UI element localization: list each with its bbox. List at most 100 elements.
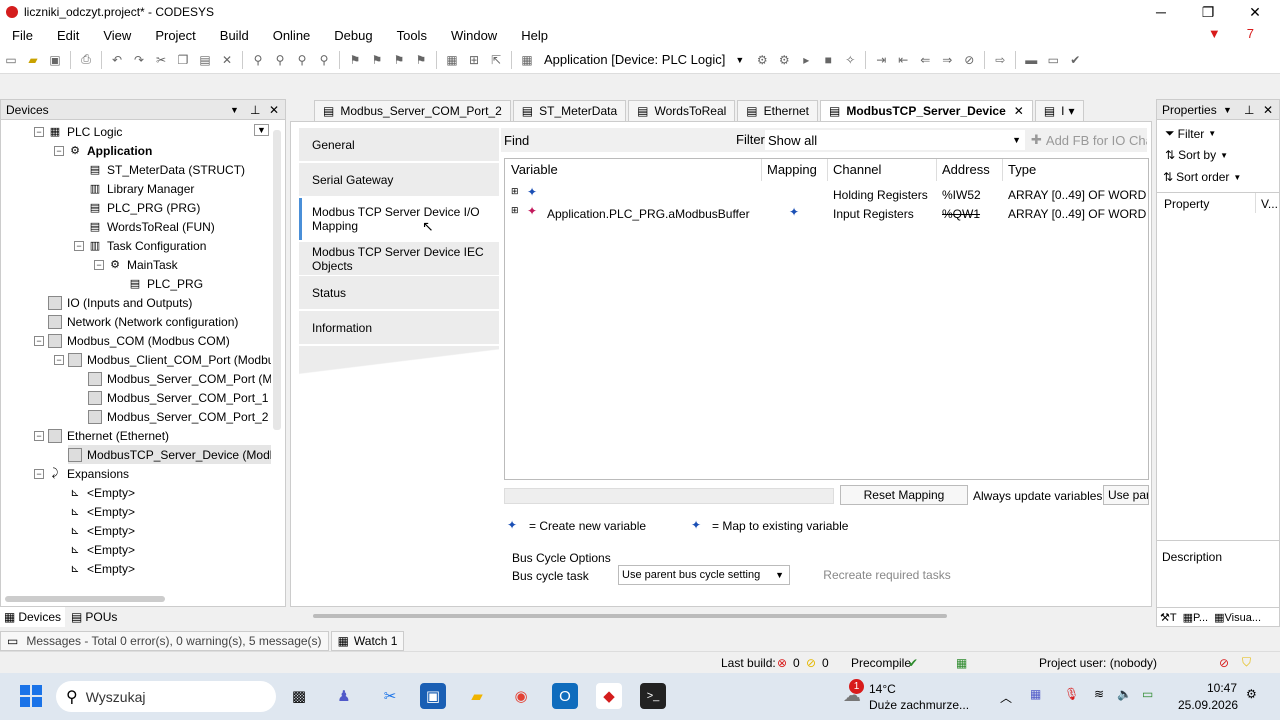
add-fb-for-io-channel-button[interactable]: ✚ Add FB for IO Char [1031,130,1147,150]
collapse-icon[interactable]: − [94,259,104,270]
side-tab-status[interactable]: Status [299,276,499,309]
tray-app-icon[interactable]: ▦ [1030,687,1041,701]
tab-watch[interactable]: ▦ Watch 1 [330,630,405,651]
redo-icon[interactable]: ↷ [129,50,149,70]
tree-node[interactable]: Modbus_Server_COM_Port_1 [88,388,268,407]
stop-icon[interactable]: ■ [818,50,838,70]
undo-icon[interactable]: ↶ [107,50,127,70]
chevron-up-icon[interactable]: ︿ [1000,689,1012,706]
tab-toolbox[interactable]: ⚒T [1157,611,1180,624]
open-project-icon[interactable]: ▰ [23,50,43,70]
find-input[interactable] [531,130,731,150]
filter-button[interactable]: ⏷ Filter ▼ [1165,126,1216,141]
login-icon[interactable]: ⚙ [752,50,772,70]
checkmark-icon[interactable]: ✔ [1065,50,1085,70]
find-next-icon[interactable]: ⚲ [270,50,290,70]
recreate-tasks-button[interactable]: Recreate required tasks [818,565,956,585]
menu-file[interactable]: File [0,28,45,43]
collapse-icon[interactable]: − [74,240,84,251]
volume-icon[interactable]: 🔈 [1117,687,1132,701]
tree-node[interactable]: ⊾ <Empty> [68,502,135,521]
maximize-button[interactable]: ❐ [1185,0,1231,24]
bookmark-clear-icon[interactable]: ⚑ [411,50,431,70]
tab-messages[interactable]: ▭ Messages - Total 0 error(s), 0 warning… [0,630,329,651]
delete-icon[interactable]: ✕ [217,50,237,70]
tree-node[interactable]: − ⚙ Application [54,141,152,160]
weather-widget[interactable]: ☁ 1 14°C Duże zachmurze... [843,679,973,715]
side-tab-modbus-tcp-server-device-i-o-mapping[interactable]: Modbus TCP Server Device I/O Mapping [299,198,499,240]
copy-icon[interactable]: ❐ [173,50,193,70]
logout-icon[interactable]: ⚙ [774,50,794,70]
store-icon[interactable]: ▣ [420,683,446,709]
chevron-down-icon[interactable]: ▼ [254,124,269,136]
wifi-icon[interactable]: ≋ [1094,687,1104,701]
expand-icon[interactable]: ⊞ [511,186,519,197]
menu-help[interactable]: Help [509,28,560,43]
paste-icon[interactable]: ▤ [195,50,215,70]
expand-icon[interactable]: ⊞ [511,205,519,216]
collapse-icon[interactable]: − [34,335,44,346]
run-to-cursor-icon[interactable]: ⇒ [937,50,957,70]
pin-icon[interactable]: ⊥ [250,103,260,117]
collapse-icon[interactable]: − [54,354,64,365]
tree-node[interactable]: IO (Inputs and Outputs) [48,293,192,312]
battery-icon[interactable]: ▭ [1142,687,1153,701]
minimize-button[interactable]: ─ [1138,0,1184,24]
new-project-icon[interactable]: ▭ [1,50,21,70]
table-row[interactable]: ⊞ ✦ Application.PLC_PRG.aModbusBuffer ✦ … [505,204,1148,223]
side-tab-general[interactable]: General [299,128,499,161]
tab-i[interactable]: ▤ I ▾ [1034,100,1084,121]
tree-node[interactable]: − ⤸ Expansions [34,464,129,483]
print-preview-icon[interactable]: ▦ [442,50,462,70]
force-icon[interactable]: ▬ [1021,50,1041,70]
write-values-icon[interactable]: ⇨ [990,50,1010,70]
tab-visualization[interactable]: ▦Visua... [1211,611,1264,624]
tree-node[interactable]: Modbus_Server_COM_Port_2 [88,407,268,426]
sort-by-button[interactable]: ⇅ Sort by ▼ [1165,148,1228,162]
tab-properties[interactable]: ▦P... [1180,611,1212,624]
build-icon[interactable]: ▦ [517,50,537,70]
run-icon[interactable]: ▸ [796,50,816,70]
panel-menu-icon[interactable]: ▼ [1223,105,1232,115]
tree-node[interactable]: ▤ PLC_PRG (PRG) [88,198,201,217]
collapse-icon[interactable]: − [34,430,44,441]
tab-modbustcp-server-device[interactable]: ▤ ModbusTCP_Server_Device ✕ [820,100,1033,121]
bookmark-next-icon[interactable]: ⚑ [367,50,387,70]
close-panel-icon[interactable]: ✕ [269,103,279,117]
outlook-icon[interactable]: O [552,683,578,709]
collapse-icon[interactable]: − [34,126,44,137]
column-type[interactable]: Type [1008,162,1036,177]
step-out-icon[interactable]: ⇐ [915,50,935,70]
column-mapping[interactable]: Mapping [767,162,817,177]
tab-wordstoreal[interactable]: ▤ WordsToReal [628,100,736,121]
side-tab-information[interactable]: Information [299,311,499,344]
bus-cycle-select[interactable]: Use parent bus cycle setting ▼ [618,565,790,585]
menu-build[interactable]: Build [208,28,261,43]
microphone-icon[interactable]: 🎙 [1064,687,1079,701]
bookmark-prev-icon[interactable]: ⚑ [389,50,409,70]
collapse-icon[interactable]: − [34,468,44,479]
tree-node[interactable]: − Modbus_Client_COM_Port (Modbus [54,350,271,369]
unforce-icon[interactable]: ▭ [1043,50,1063,70]
find-replace-icon[interactable]: ⚲ [314,50,334,70]
pin-icon[interactable]: ⊥ [1244,103,1254,117]
task-view-icon[interactable]: ▩ [286,683,312,709]
tree-node[interactable]: ⊾ <Empty> [68,521,135,540]
side-tab-serial-gateway[interactable]: Serial Gateway [299,163,499,196]
print-icon[interactable]: ⎙ [76,50,96,70]
tree-node[interactable]: − Modbus_COM (Modbus COM) [34,331,230,350]
find-icon[interactable]: ⚲ [248,50,268,70]
menu-edit[interactable]: Edit [45,28,91,43]
close-window-button[interactable]: ✕ [1232,0,1278,24]
snipping-tool-icon[interactable]: ✂ [377,683,403,709]
step-into-icon[interactable]: ⇤ [893,50,913,70]
tree-node[interactable]: ModbusTCP_Server_Device (Modb [68,445,271,464]
notifications-icon[interactable]: ⚙ [1246,687,1257,701]
cut-icon[interactable]: ✂ [151,50,171,70]
menu-window[interactable]: Window [439,28,509,43]
reset-icon[interactable]: ✧ [840,50,860,70]
compare-icon[interactable]: ⊞ [464,50,484,70]
filter-select[interactable]: Show all ▼ [765,130,1025,150]
tree-node[interactable]: Network (Network configuration) [48,312,238,331]
tab-modbus-server-com-port-2[interactable]: ▤ Modbus_Server_COM_Port_2 [314,100,511,121]
